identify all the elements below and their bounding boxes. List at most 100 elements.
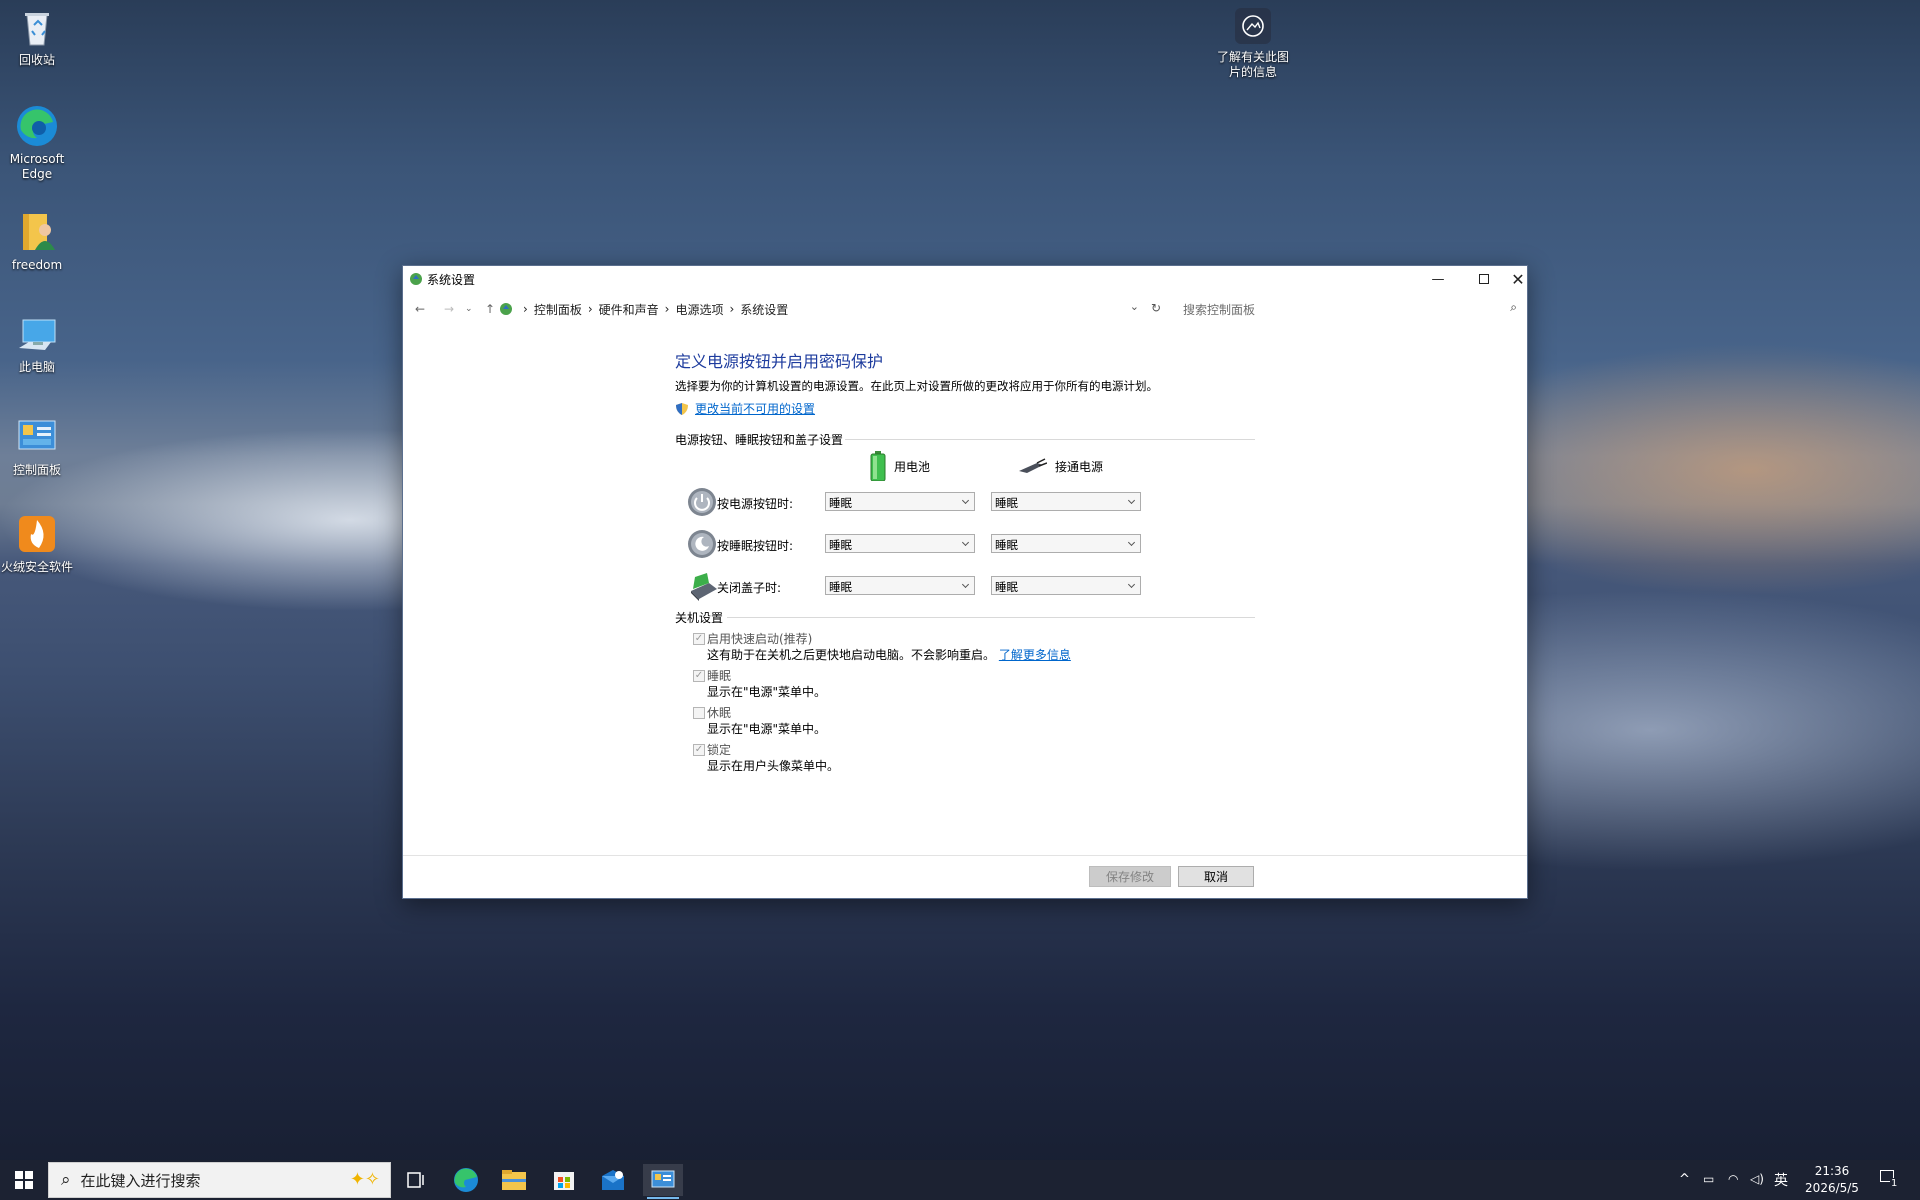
- sleep-button-battery-select[interactable]: 睡眠: [825, 534, 975, 553]
- select-value: 睡眠: [829, 496, 852, 510]
- power-buttons-section: 电源按钮、睡眠按钮和盖子设置: [675, 431, 1255, 447]
- shutdown-options: ✓ 启用快速启动(推荐) 这有助于在关机之后更快地启动电脑。不会影响重启。 了解…: [675, 625, 1255, 775]
- section-divider: [845, 439, 1255, 440]
- breadcrumb-item[interactable]: 系统设置: [740, 301, 788, 318]
- desktop-icon-label: freedom: [11, 258, 63, 272]
- start-button[interactable]: [2, 1164, 46, 1196]
- cancel-button[interactable]: 取消: [1178, 866, 1254, 887]
- notification-center-button[interactable]: 1: [1876, 1168, 1902, 1192]
- taskbar-search-box[interactable]: ⌕ 在此键入进行搜索 ✦✧: [48, 1162, 391, 1198]
- search-highlight-icon: ✦✧: [349, 1169, 380, 1190]
- desktop-icon-recycle-bin[interactable]: 回收站: [0, 5, 77, 68]
- lock-option-checkbox[interactable]: ✓: [693, 744, 705, 756]
- address-dropdown-icon[interactable]: ⌄: [1130, 300, 1139, 313]
- power-button-icon: [687, 487, 717, 517]
- address-box[interactable]: › 控制面板 › 硬件和声音 › 电源选项 › 系统设置 ⌄ ↻: [500, 297, 1177, 321]
- up-arrow-icon[interactable]: ↑: [485, 302, 495, 316]
- search-control-panel-input[interactable]: 搜索控制面板 ⌕: [1175, 297, 1525, 321]
- sleep-button-row: 按睡眠按钮时: 睡眠 睡眠: [675, 529, 1141, 559]
- lock-option-title: 锁定: [707, 743, 732, 757]
- show-hidden-icons-chevron-icon[interactable]: ^: [1679, 1172, 1690, 1187]
- windows-logo-icon: [15, 1171, 33, 1189]
- control-panel-icon: [651, 1170, 675, 1188]
- breadcrumb-item[interactable]: 控制面板: [534, 301, 582, 318]
- maximize-icon: [1479, 274, 1489, 284]
- edge-icon: [15, 104, 59, 148]
- hibernate-option-checkbox[interactable]: [693, 707, 705, 719]
- breadcrumb-item[interactable]: 硬件和声音: [599, 301, 659, 318]
- desktop-icon-label: 此电脑: [18, 360, 55, 374]
- learn-more-link[interactable]: 了解更多信息: [999, 648, 1071, 662]
- breadcrumb-separator-icon: ›: [587, 302, 593, 316]
- sleep-button-label: 按睡眠按钮时:: [717, 539, 794, 553]
- close-lid-battery-select[interactable]: 睡眠: [825, 576, 975, 595]
- desktop-icon-label: 回收站: [18, 53, 55, 67]
- page-description: 选择要为你的计算机设置的电源设置。在此页上对设置所做的更改将应用于你所有的电源计…: [675, 379, 1158, 393]
- network-icon[interactable]: ◠: [1728, 1172, 1738, 1186]
- sleep-option-desc: 显示在"电源"菜单中。: [707, 685, 827, 699]
- clock-date: 2026/5/5: [1805, 1181, 1859, 1195]
- spotlight-info[interactable]: 了解有关此图片的信息: [1213, 6, 1293, 80]
- folder-icon: [502, 1170, 526, 1190]
- store-icon: [554, 1172, 574, 1190]
- forward-arrow-icon[interactable]: →: [444, 302, 454, 316]
- power-button-battery-select[interactable]: 睡眠: [825, 492, 975, 511]
- minimize-icon: —: [1431, 271, 1445, 287]
- sleep-option-checkbox[interactable]: ✓: [693, 670, 705, 682]
- taskbar-store[interactable]: [544, 1164, 584, 1196]
- breadcrumb-item[interactable]: 电源选项: [675, 301, 723, 318]
- desktop-icon-label: 控制面板: [12, 463, 61, 477]
- desktop-icon-this-pc[interactable]: 此电脑: [0, 312, 77, 375]
- maximize-button[interactable]: [1461, 266, 1507, 292]
- desktop-icon-huorong[interactable]: 火绒安全软件: [0, 512, 77, 575]
- power-plug-icon: [1017, 457, 1048, 475]
- taskbar-control-panel[interactable]: [643, 1164, 683, 1199]
- refresh-icon[interactable]: ↻: [1151, 301, 1161, 315]
- save-changes-label: 保存修改: [1105, 870, 1154, 884]
- taskbar-file-explorer[interactable]: [494, 1164, 534, 1196]
- select-value: 睡眠: [829, 538, 852, 552]
- search-icon: ⌕: [1510, 300, 1517, 314]
- change-unavailable-settings-link[interactable]: 更改当前不可用的设置: [695, 400, 815, 417]
- volume-icon[interactable]: ◁): [1750, 1172, 1764, 1186]
- close-icon: ✕: [1511, 269, 1525, 289]
- fast-startup-desc-row: 这有助于在关机之后更快地启动电脑。不会影响重启。 了解更多信息: [707, 646, 1071, 663]
- battery-tray-icon[interactable]: ▭: [1703, 1172, 1714, 1186]
- input-method-indicator[interactable]: 英: [1774, 1170, 1788, 1190]
- recent-chevron-icon[interactable]: ⌄: [465, 304, 473, 314]
- power-button-plugged-select[interactable]: 睡眠: [991, 492, 1141, 511]
- close-lid-plugged-select[interactable]: 睡眠: [991, 576, 1141, 595]
- hibernate-option-desc: 显示在"电源"菜单中。: [707, 722, 827, 736]
- taskbar-search-placeholder: 在此键入进行搜索: [80, 1171, 201, 1190]
- sleep-button-plugged-select[interactable]: 睡眠: [991, 534, 1141, 553]
- power-button-label: 按电源按钮时:: [717, 497, 794, 511]
- save-changes-button[interactable]: 保存修改: [1089, 866, 1171, 887]
- select-value: 睡眠: [995, 538, 1018, 552]
- section-title: 关机设置: [675, 611, 724, 625]
- task-view-icon: [407, 1172, 424, 1188]
- taskbar-edge[interactable]: [446, 1164, 486, 1196]
- change-settings-row: 更改当前不可用的设置: [675, 400, 1255, 417]
- desktop-icon-control-panel[interactable]: 控制面板: [0, 415, 77, 478]
- section-divider: [727, 617, 1255, 618]
- control-panel-small-icon: [499, 302, 513, 316]
- desktop-icon-freedom[interactable]: freedom: [0, 210, 77, 273]
- page-heading: 定义电源按钮并启用密码保护: [675, 352, 884, 371]
- power-button-row: 按电源按钮时: 睡眠 睡眠: [675, 487, 1141, 517]
- clock[interactable]: 21:36 2026/5/5: [1800, 1163, 1864, 1197]
- desktop-icon-edge[interactable]: Microsoft Edge: [0, 104, 77, 182]
- task-view-button[interactable]: [396, 1164, 436, 1196]
- main-content: 定义电源按钮并启用密码保护 选择要为你的计算机设置的电源设置。在此页上对设置所做…: [675, 348, 1255, 775]
- breadcrumb-separator-icon: ›: [523, 302, 528, 316]
- plugged-column-header: 接通电源: [1017, 457, 1103, 475]
- cancel-label: 取消: [1203, 870, 1228, 884]
- close-button[interactable]: ✕: [1507, 266, 1529, 292]
- title-bar[interactable]: 系统设置 — ✕: [403, 266, 1527, 292]
- minimize-button[interactable]: —: [1415, 266, 1461, 292]
- taskbar-mail[interactable]: [593, 1164, 633, 1196]
- window-app-icon: [409, 272, 423, 286]
- lock-option-desc: 显示在用户头像菜单中。: [707, 759, 840, 773]
- back-arrow-icon[interactable]: ←: [415, 302, 425, 316]
- address-bar-row: ← → ⌄ ↑ › 控制面板 › 硬件和声音 › 电源选项 › 系统设置 ⌄ ↻…: [403, 297, 1527, 323]
- fast-startup-checkbox[interactable]: ✓: [693, 633, 705, 645]
